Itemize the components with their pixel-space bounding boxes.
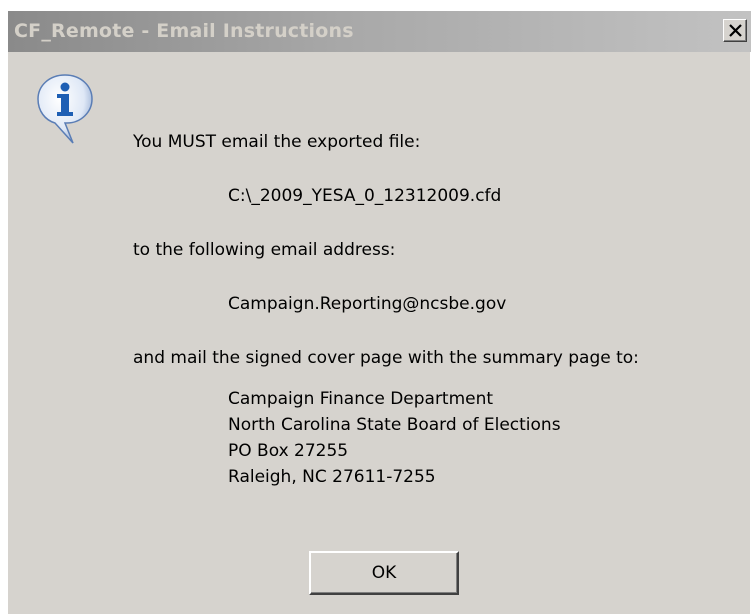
info-icon xyxy=(37,74,93,144)
window-title: CF_Remote - Email Instructions xyxy=(14,20,354,42)
ok-button[interactable]: OK xyxy=(309,551,459,595)
email-address: Campaign.Reporting@ncsbe.gov xyxy=(228,294,507,314)
ok-button-label: OK xyxy=(371,563,397,583)
address-line: Raleigh, NC 27611-7255 xyxy=(228,467,436,487)
address-line: North Carolina State Board of Elections xyxy=(228,415,561,435)
instruction-email-file: You MUST email the exported file: xyxy=(133,132,421,152)
dialog-window: CF_Remote - Email Instructions You MUST … xyxy=(7,10,751,614)
close-button[interactable] xyxy=(723,19,747,42)
address-line: Campaign Finance Department xyxy=(228,389,494,409)
close-icon xyxy=(729,24,742,37)
address-line: PO Box 27255 xyxy=(228,441,349,461)
export-file-path: C:\_2009_YESA_0_12312009.cfd xyxy=(228,186,502,206)
title-bar[interactable]: CF_Remote - Email Instructions xyxy=(8,11,751,52)
instruction-mail-cover: and mail the signed cover page with the … xyxy=(133,348,639,368)
instruction-email-address: to the following email address: xyxy=(133,240,396,260)
